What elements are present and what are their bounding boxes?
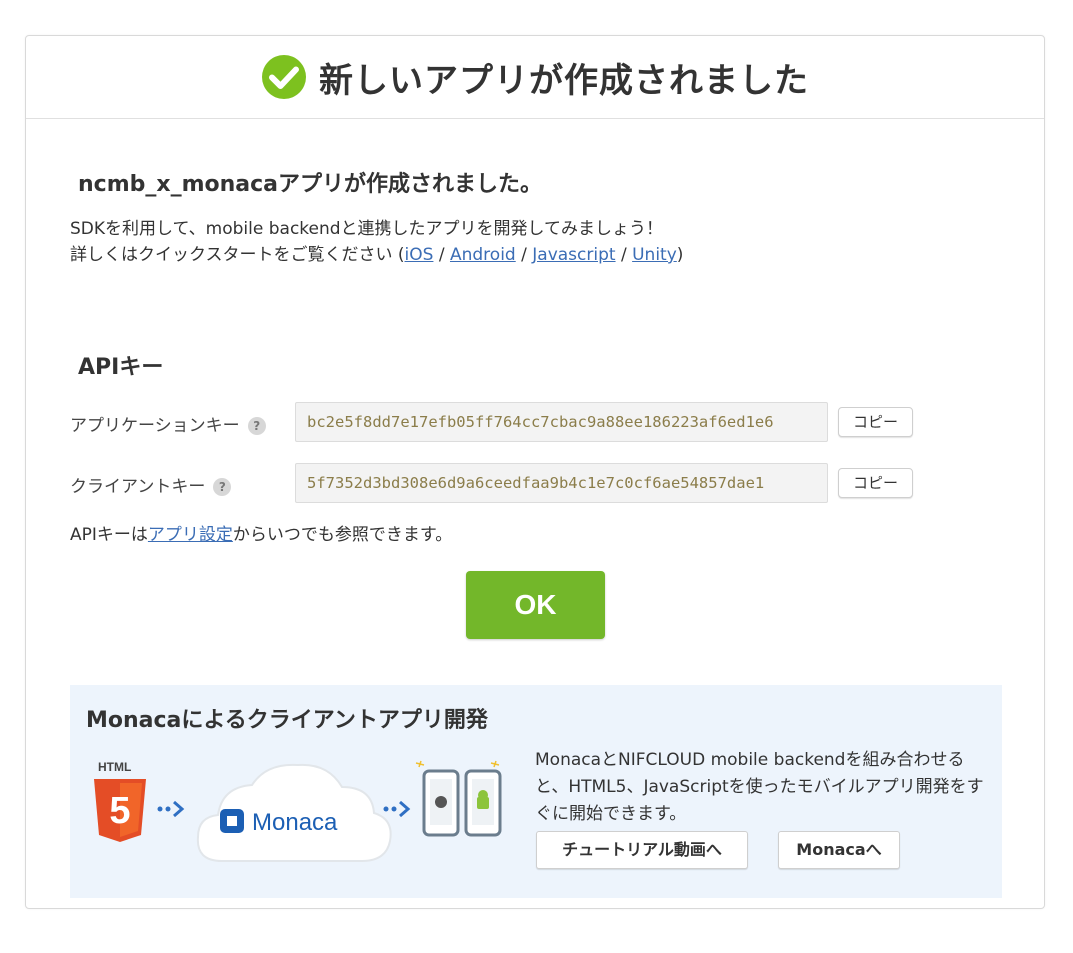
client-key-label-text: クライアントキー xyxy=(70,477,206,497)
arrow-right-icon xyxy=(383,800,411,818)
go-to-monaca-button[interactable]: Monacaへ xyxy=(778,831,900,869)
sdk-description-line1: SDKを利用して、mobile backendと連携したアプリを開発してみましょ… xyxy=(70,219,664,239)
ok-button[interactable]: OK xyxy=(466,571,605,639)
sdk-description-line2: 詳しくはクイックスタートをご覧ください (iOS / Android / Jav… xyxy=(70,242,683,268)
api-key-note-prefix: APIキーは xyxy=(70,525,148,545)
application-key-field[interactable]: bc2e5f8dd7e17efb05ff764cc7cbac9a88ee1862… xyxy=(295,402,828,442)
quickstart-link-ios[interactable]: iOS xyxy=(405,245,434,265)
application-key-label: アプリケーションキー? xyxy=(70,411,266,436)
arrow-right-icon xyxy=(157,800,185,818)
mobile-devices-icon xyxy=(415,760,502,837)
dialog-title: 新しいアプリが作成されました xyxy=(319,60,809,101)
client-key-field[interactable]: 5f7352d3bd308e6d9a6ceedfaa9b4c1e7c0cf6ae… xyxy=(295,463,828,503)
application-key-label-text: アプリケーションキー xyxy=(70,416,240,436)
quickstart-close-paren: ) xyxy=(676,245,684,265)
html5-icon-label: HTML xyxy=(98,760,131,774)
copy-client-key-button[interactable]: コピー xyxy=(838,468,913,498)
dialog-header: 新しいアプリが作成されました xyxy=(26,36,1044,119)
tutorial-video-button[interactable]: チュートリアル動画へ xyxy=(536,831,748,869)
link-separator: / xyxy=(615,245,633,265)
help-icon[interactable]: ? xyxy=(213,478,232,496)
new-app-dialog: 新しいアプリが作成されました ncmb_x_monacaアプリが作成されました。… xyxy=(25,35,1045,909)
html5-icon: HTML 5 xyxy=(94,760,146,842)
monaca-logo-text: Monaca xyxy=(252,809,338,836)
html5-icon-number: 5 xyxy=(109,790,130,832)
quickstart-link-javascript[interactable]: Javascript xyxy=(532,245,615,265)
quickstart-link-unity[interactable]: Unity xyxy=(632,245,677,265)
monaca-description: MonacaとNIFCLOUD mobile backendを組み合わせると、H… xyxy=(535,750,984,824)
link-separator: / xyxy=(515,245,533,265)
api-key-heading: APIキー xyxy=(78,355,164,380)
client-key-row: クライアントキー? 5f7352d3bd308e6d9a6ceedfaa9b4c… xyxy=(70,463,970,503)
app-created-heading: ncmb_x_monacaアプリが作成されました。 xyxy=(78,172,542,197)
client-key-label: クライアントキー? xyxy=(70,472,232,497)
api-key-note-suffix: からいつでも参照できます。 xyxy=(232,525,453,545)
quickstart-link-android[interactable]: Android xyxy=(450,245,516,265)
application-key-row: アプリケーションキー? bc2e5f8dd7e17efb05ff764cc7cb… xyxy=(70,402,970,442)
help-icon[interactable]: ? xyxy=(247,417,266,435)
link-separator: / xyxy=(433,245,450,265)
copy-application-key-button[interactable]: コピー xyxy=(838,407,913,437)
monaca-promo-box: Monacaによるクライアントアプリ開発 HTML 5 Monaca Monac… xyxy=(70,685,1002,898)
monaca-cloud-icon: Monaca xyxy=(196,763,392,862)
sdk-description: SDKを利用して、mobile backendと連携したアプリを開発してみましょ… xyxy=(70,216,683,268)
api-key-note: APIキーはアプリ設定からいつでも参照できます。 xyxy=(70,520,452,545)
success-check-icon xyxy=(262,55,306,99)
monaca-workflow-illustration: HTML 5 Monaca xyxy=(94,760,502,862)
quickstart-text: 詳しくはクイックスタートをご覧ください ( xyxy=(70,245,405,265)
monaca-promo-heading: Monacaによるクライアントアプリ開発 xyxy=(86,708,488,733)
app-settings-link[interactable]: アプリ設定 xyxy=(148,525,233,545)
